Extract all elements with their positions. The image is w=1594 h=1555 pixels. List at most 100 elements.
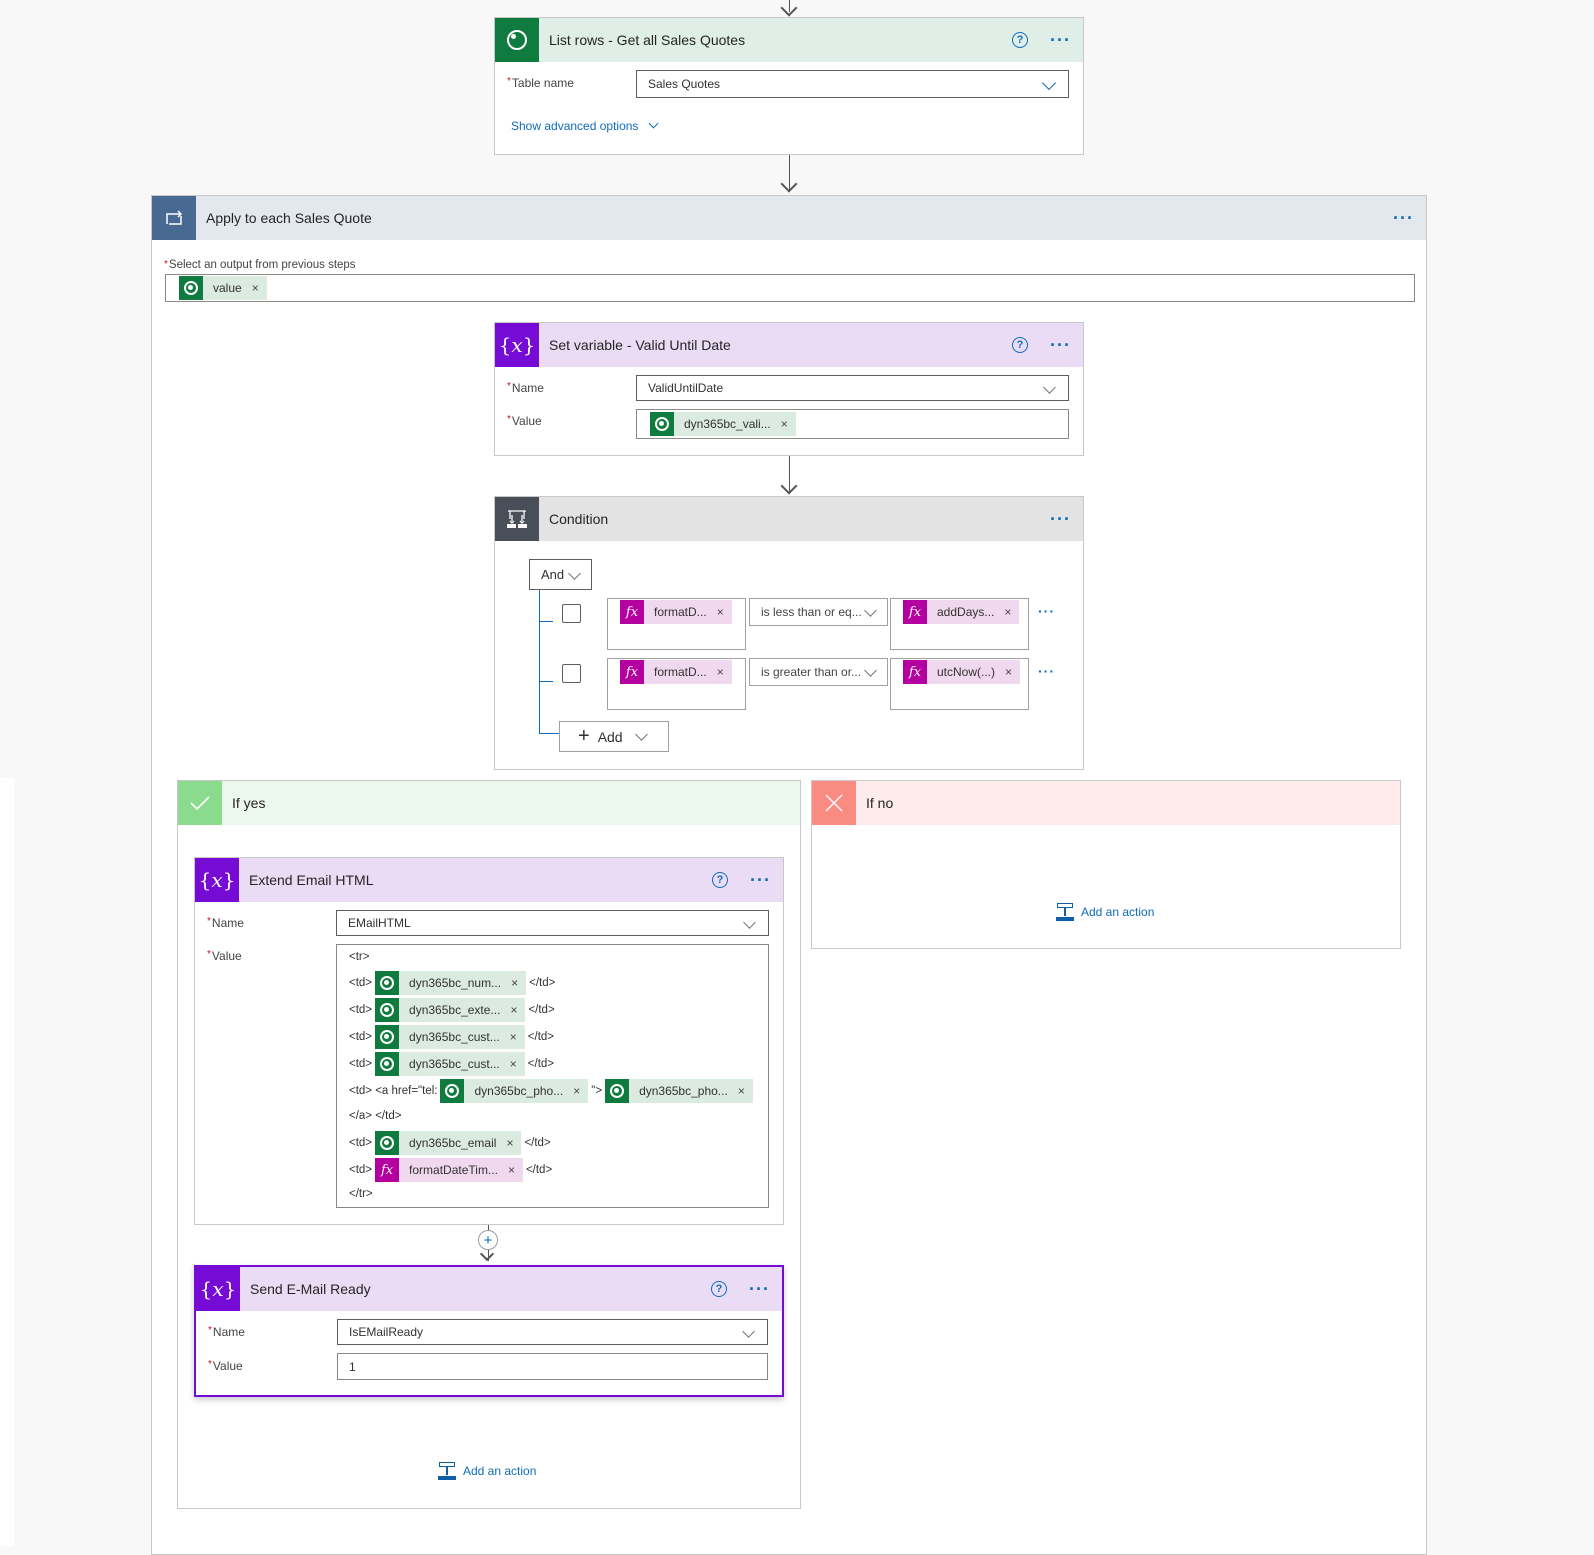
send-email-ready-card[interactable]: {x} Send E-Mail Ready ? ··· *Name IsEMai… xyxy=(194,1265,784,1397)
variable-icon: {x} xyxy=(195,858,239,902)
help-icon[interactable]: ? xyxy=(1012,32,1029,48)
send-email-ready-header[interactable]: {x} Send E-Mail Ready ? ··· xyxy=(196,1267,782,1311)
token-expression[interactable]: fx utcNow(...) × xyxy=(903,660,1021,684)
remove-token-icon[interactable]: × xyxy=(573,1084,588,1098)
help-icon[interactable]: ? xyxy=(712,872,729,888)
more-options-icon[interactable]: ··· xyxy=(750,871,771,889)
condition-right-operand[interactable]: fx utcNow(...) × xyxy=(890,658,1029,710)
more-options-icon[interactable]: ··· xyxy=(1393,209,1414,227)
condition-header[interactable]: Condition ··· xyxy=(495,497,1083,541)
remove-token-icon[interactable]: × xyxy=(511,976,526,990)
token-expression[interactable]: fx formatD... × xyxy=(620,660,732,684)
if-no-branch[interactable]: If no Add an action xyxy=(811,780,1401,949)
dataverse-icon xyxy=(605,1079,630,1103)
show-advanced-options-link[interactable]: Show advanced options xyxy=(511,118,659,133)
set-variable-header[interactable]: {x} Set variable - Valid Until Date ? ··… xyxy=(495,323,1083,367)
add-action-icon xyxy=(437,1461,457,1481)
list-rows-card[interactable]: List rows - Get all Sales Quotes ? ··· *… xyxy=(494,17,1084,155)
output-input[interactable]: value × xyxy=(165,274,1415,302)
remove-token-icon[interactable]: × xyxy=(717,665,732,679)
apply-to-each-header[interactable]: Apply to each Sales Quote ··· xyxy=(152,196,1426,240)
remove-token-icon[interactable]: × xyxy=(506,1136,521,1150)
set-variable-card[interactable]: {x} Set variable - Valid Until Date ? ··… xyxy=(494,322,1084,456)
remove-token-icon[interactable]: × xyxy=(1004,605,1019,619)
more-options-icon[interactable]: ··· xyxy=(1050,510,1071,528)
add-action-icon xyxy=(1055,902,1075,922)
remove-token-icon[interactable]: × xyxy=(717,605,732,619)
more-options-icon[interactable]: ··· xyxy=(1050,31,1071,49)
condition-left-operand[interactable]: fx formatD... × xyxy=(607,598,746,650)
variable-name-select[interactable]: ValidUntilDate xyxy=(636,375,1069,401)
more-options-icon[interactable]: ··· xyxy=(1050,336,1071,354)
set-variable-title: Set variable - Valid Until Date xyxy=(549,337,731,353)
token-valid-until[interactable]: dyn365bc_vali... × xyxy=(650,412,796,436)
more-options-icon[interactable]: ··· xyxy=(749,1280,770,1298)
html-text: <tr> xyxy=(349,951,370,963)
value-label: *Value xyxy=(208,1359,243,1373)
token-expression[interactable]: fx formatDateTim... × xyxy=(375,1158,523,1182)
add-condition-button[interactable]: + Add xyxy=(559,721,669,752)
help-icon[interactable]: ? xyxy=(1012,337,1029,353)
remove-token-icon[interactable]: × xyxy=(1005,665,1020,679)
html-text: </tr> xyxy=(349,1188,373,1200)
remove-token-icon[interactable]: × xyxy=(510,1057,525,1071)
plus-icon: + xyxy=(578,725,590,747)
condition-left-operand[interactable]: fx formatD... × xyxy=(607,658,746,710)
remove-token-icon[interactable]: × xyxy=(781,417,796,431)
value-label: *Value xyxy=(507,414,542,428)
row-checkbox[interactable] xyxy=(562,604,581,623)
canvas-edge xyxy=(0,778,14,1546)
token-dataverse[interactable]: dyn365bc_pho... × xyxy=(605,1079,753,1103)
token-dataverse[interactable]: dyn365bc_num... × xyxy=(375,971,527,995)
dataverse-icon xyxy=(375,971,400,995)
variable-value-input[interactable]: dyn365bc_vali... × xyxy=(636,409,1069,439)
remove-token-icon[interactable]: × xyxy=(508,1163,523,1177)
variable-name-select[interactable]: EMailHTML xyxy=(336,910,769,936)
tree-line xyxy=(539,590,540,733)
token-dataverse[interactable]: dyn365bc_pho... × xyxy=(440,1079,589,1103)
row-checkbox[interactable] xyxy=(562,664,581,683)
chevron-down-icon xyxy=(568,567,581,580)
remove-token-icon[interactable]: × xyxy=(738,1084,753,1098)
variable-value-input[interactable]: 1 xyxy=(337,1353,768,1380)
remove-token-icon[interactable]: × xyxy=(510,1003,525,1017)
token-dataverse[interactable]: dyn365bc_cust... × xyxy=(375,1025,525,1049)
condition-operator-select[interactable]: is greater than or... xyxy=(749,658,888,686)
table-name-label: *Table name xyxy=(507,76,574,90)
help-icon[interactable]: ? xyxy=(711,1281,728,1297)
group-operator-select[interactable]: And xyxy=(529,559,592,590)
token-dataverse[interactable]: dyn365bc_cust... × xyxy=(375,1052,525,1076)
table-name-select[interactable]: Sales Quotes xyxy=(636,70,1069,98)
condition-right-operand[interactable]: fx addDays... × xyxy=(890,598,1029,650)
fx-icon: fx xyxy=(375,1158,400,1182)
token-expression[interactable]: fx formatD... × xyxy=(620,600,732,624)
extend-email-card[interactable]: {x} Extend Email HTML ? ··· *Name EMailH… xyxy=(194,857,784,1225)
remove-token-icon[interactable]: × xyxy=(510,1030,525,1044)
chevron-down-icon xyxy=(864,664,877,677)
token-expression[interactable]: fx addDays... × xyxy=(903,600,1020,624)
dataverse-icon xyxy=(179,276,203,300)
row-more-options-icon[interactable]: ··· xyxy=(1038,603,1055,619)
token-dataverse[interactable]: dyn365bc_exte... × xyxy=(375,998,526,1022)
email-html-value-editor[interactable]: <tr> <td> dyn365bc_num... × </td> <td> dy… xyxy=(336,944,769,1208)
fx-icon: fx xyxy=(620,600,644,624)
condition-card[interactable]: Condition ··· And fx formatD... × is les… xyxy=(494,496,1084,770)
remove-token-icon[interactable]: × xyxy=(252,281,267,295)
token-value[interactable]: value × xyxy=(179,276,267,300)
connector-arrow-icon xyxy=(780,0,798,17)
tree-line xyxy=(539,681,553,682)
row-more-options-icon[interactable]: ··· xyxy=(1038,663,1055,679)
condition-title: Condition xyxy=(549,511,609,527)
fx-icon: fx xyxy=(620,660,644,684)
if-no-title: If no xyxy=(866,795,894,811)
add-action-button-no[interactable]: Add an action xyxy=(1055,902,1154,922)
variable-name-select[interactable]: IsEMailReady xyxy=(337,1319,768,1345)
dataverse-icon xyxy=(495,18,539,62)
extend-email-header[interactable]: {x} Extend Email HTML ? ··· xyxy=(195,858,783,902)
variable-icon: {x} xyxy=(495,323,539,367)
add-action-button-yes[interactable]: Add an action xyxy=(437,1461,536,1481)
condition-operator-select[interactable]: is less than or eq... xyxy=(749,598,888,626)
list-rows-header[interactable]: List rows - Get all Sales Quotes ? ··· xyxy=(495,18,1083,62)
html-line: <td> dyn365bc_exte... × </td> xyxy=(349,998,555,1022)
token-dataverse[interactable]: dyn365bc_email × xyxy=(375,1131,522,1155)
